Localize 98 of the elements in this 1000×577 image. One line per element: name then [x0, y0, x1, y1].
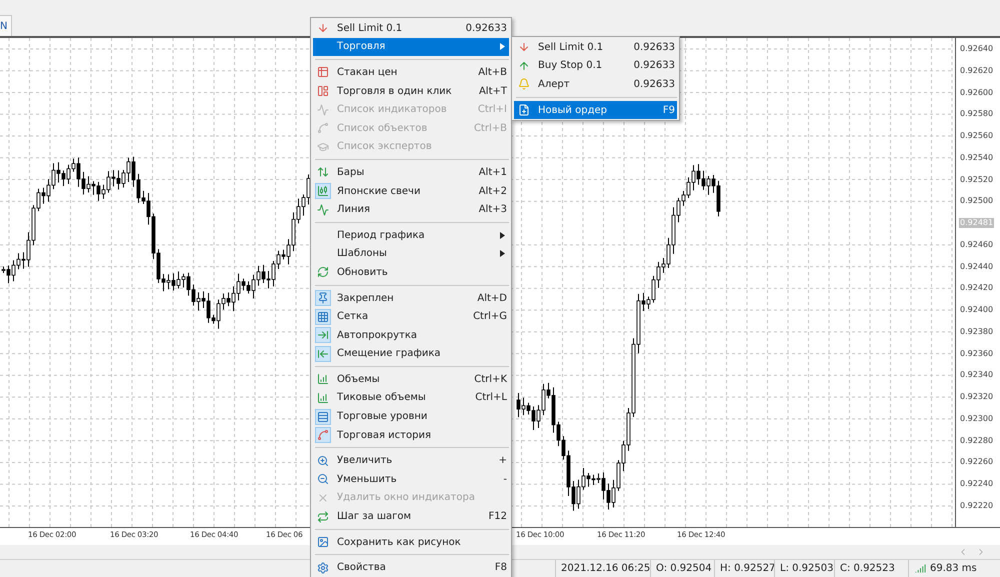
signal-icon: [915, 563, 926, 574]
status-close: C: 0.92523: [834, 560, 900, 577]
menu-item[interactable]: Шаг за шагом F12: [313, 507, 509, 526]
price-label: 0.92420: [959, 283, 994, 294]
menu-item[interactable]: Sell Limit 0.1 0.92633: [514, 38, 677, 57]
price-label: 0.92380: [959, 326, 994, 337]
shortcut-label: Ctrl+G: [473, 311, 508, 322]
zoom-out-icon: [317, 473, 329, 486]
shortcut-label: F12: [488, 511, 508, 522]
shortcut-label: 0.92633: [634, 60, 676, 72]
loop-icon: [317, 510, 329, 523]
price-label: 0.92460: [959, 240, 994, 250]
shortcut-label: 0.92633: [466, 22, 508, 34]
menu-item[interactable]: Период графика: [313, 226, 509, 245]
ping-text: 69.83 ms: [930, 563, 977, 574]
panel-icon: [317, 85, 329, 98]
up-arrow-icon: [518, 60, 530, 72]
status-open: O: 0.92504: [650, 560, 714, 577]
menu-item[interactable]: Алерт 0.92633: [514, 75, 677, 94]
menu-item[interactable]: Новый ордер F9: [514, 100, 677, 120]
menu-item[interactable]: Торговые уровни: [313, 407, 509, 426]
menu-item[interactable]: Сохранить как рисунок: [313, 532, 509, 552]
current-price-label: 0.92481: [959, 218, 994, 228]
zigzag-line-icon: [317, 204, 329, 216]
menu-item[interactable]: Sell Limit 0.1 0.92633: [313, 19, 509, 38]
zoom-in-icon: [317, 454, 329, 467]
shortcut-label: Ctrl+L: [475, 392, 508, 404]
price-label: 0.92260: [959, 457, 994, 468]
menu-item[interactable]: Японские свечи Alt+2: [313, 182, 509, 200]
shortcut-label: 0.92633: [634, 78, 676, 90]
shortcut-label: Ctrl+B: [474, 122, 508, 134]
status-high: H: 0.92527: [714, 560, 774, 577]
menu-item[interactable]: Объемы Ctrl+K: [313, 370, 509, 389]
menu-item[interactable]: Бары Alt+1: [313, 163, 509, 182]
price-label: 0.92340: [959, 370, 994, 380]
refresh-icon: [317, 266, 329, 278]
column-chart-icon: [317, 373, 329, 386]
price-label: 0.92520: [959, 174, 994, 185]
column-chart-icon: [317, 392, 329, 404]
menu-item[interactable]: Торговая история: [313, 426, 509, 444]
menu-item[interactable]: Свойства F8: [313, 558, 509, 577]
menu-item[interactable]: Торговля: [313, 38, 509, 56]
shortcut-label: Alt+D: [477, 292, 508, 304]
line-chart-icon: [317, 104, 329, 116]
menu-item[interactable]: Сетка Ctrl+G: [313, 307, 509, 326]
status-low: L: 0.92503: [774, 560, 834, 577]
curve-icon: [317, 122, 329, 134]
shortcut-label: 0.92633: [634, 42, 676, 53]
price-label: 0.92560: [959, 131, 994, 142]
menu-item[interactable]: Тиковые объемы Ctrl+L: [313, 388, 509, 408]
menu-item[interactable]: Торговля в один клик Alt+T: [313, 82, 509, 100]
down-arrow-icon: [317, 22, 329, 34]
shortcut-label: Alt+3: [478, 204, 508, 216]
shortcut-label: -: [503, 474, 508, 485]
shortcut-label: +: [498, 455, 508, 466]
down-arrow-icon: [518, 41, 530, 54]
menu-item[interactable]: Автопрокрутка: [313, 326, 509, 344]
price-label: 0.92580: [959, 109, 994, 120]
price-label: 0.92400: [959, 305, 994, 316]
up-down-arrows-icon: [317, 166, 329, 178]
menu-item[interactable]: Смещение графика: [313, 344, 509, 364]
shortcut-label: Alt+B: [478, 66, 508, 78]
shortcut-label: Alt+1: [478, 166, 508, 178]
menu-item[interactable]: Стакан цен Alt+B: [313, 63, 509, 82]
bell-icon: [518, 78, 530, 90]
price-label: 0.92220: [959, 500, 994, 511]
price-label: 0.92320: [959, 392, 994, 402]
menu-item[interactable]: Увеличить +: [313, 451, 509, 470]
shortcut-label: F9: [662, 104, 676, 116]
price-label: 0.92600: [959, 88, 994, 98]
shortcut-label: Alt+T: [478, 86, 508, 97]
price-label: 0.92640: [959, 44, 994, 54]
price-label: 0.92440: [959, 262, 994, 272]
price-label: 0.92360: [959, 348, 994, 359]
price-label: 0.92300: [959, 414, 994, 424]
cap-icon: [317, 140, 329, 153]
close-icon: [317, 492, 329, 504]
price-label: 0.92500: [959, 196, 994, 206]
table-icon: [317, 66, 329, 78]
shortcut-label: Ctrl+I: [478, 104, 508, 116]
chart-tab[interactable]: N: [0, 15, 12, 36]
shortcut-label: Ctrl+K: [474, 374, 508, 385]
shortcut-label: Alt+2: [478, 186, 508, 197]
price-label: 0.92280: [959, 436, 994, 446]
menu-item[interactable]: Обновить: [313, 263, 509, 282]
menu-item[interactable]: Шаблоны: [313, 244, 509, 264]
price-label: 0.92240: [959, 479, 994, 490]
menu-item[interactable]: Buy Stop 0.1 0.92633: [514, 56, 677, 76]
shortcut-label: F8: [494, 562, 508, 574]
image-icon: [317, 536, 329, 548]
price-label: 0.92620: [959, 66, 994, 76]
settings-icon: [317, 562, 329, 574]
price-label: 0.92540: [959, 152, 994, 163]
menu-item[interactable]: Уменьшить -: [313, 470, 509, 489]
menu-item[interactable]: Линия Alt+3: [313, 200, 509, 219]
status-datetime: 2021.12.16 06:25: [555, 560, 650, 577]
file-plus-icon: [518, 104, 530, 116]
menu-item[interactable]: Закреплен Alt+D: [313, 288, 509, 308]
